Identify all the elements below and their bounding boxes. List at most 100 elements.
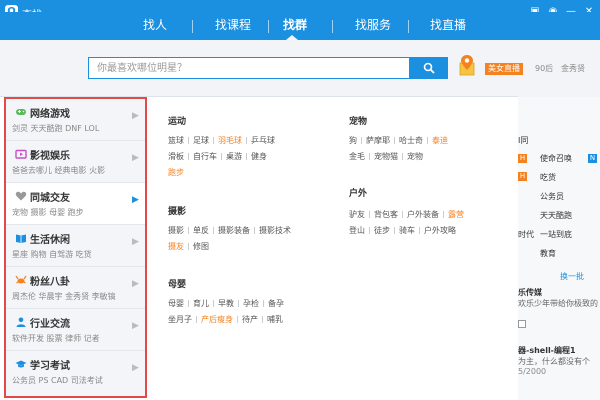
recommend-item[interactable]: 使命召唤 <box>540 153 572 164</box>
course-desc: 为主，什么都没有个 <box>518 357 590 366</box>
sidebar-item-entertainment[interactable]: 影视娱乐 爸爸去哪儿 经典电影 火影 ▶ <box>6 141 145 183</box>
search-input[interactable] <box>88 57 410 79</box>
live-badge[interactable]: 美女直播 <box>485 63 523 75</box>
media-title[interactable]: 乐传媒 <box>518 287 542 298</box>
category-tag[interactable]: 驴友 <box>349 209 365 221</box>
recommend-item[interactable]: 天天酷跑 <box>540 210 572 221</box>
hot-tag[interactable]: 金秀贤 <box>561 63 585 75</box>
category-tag[interactable]: 泰迪 <box>432 135 448 147</box>
course-title[interactable]: 器-shell-编程1 <box>518 345 576 356</box>
category-tag[interactable]: 孕检 <box>243 298 259 310</box>
location-map-icon[interactable] <box>459 54 475 76</box>
tab-find-live[interactable]: 找直播 <box>418 12 478 40</box>
sidebar-item-title: 影视娱乐 <box>30 151 70 162</box>
category-tag[interactable]: 骑车 <box>399 225 415 237</box>
category-tag[interactable]: 徒步 <box>374 225 390 237</box>
tag-separator <box>419 227 420 234</box>
category-tag[interactable]: 宠物 <box>407 151 423 163</box>
hot-tag[interactable]: 90后 <box>535 63 553 75</box>
tag-separator <box>188 227 189 234</box>
category-tag[interactable]: 摄影装备 <box>218 225 250 237</box>
category-tag[interactable]: 宠物猫 <box>374 151 398 163</box>
chevron-right-icon: ▶ <box>132 153 139 163</box>
sidebar-item-local-friends[interactable]: 同城交友 宠物 摄影 母婴 跑步 ▶ <box>6 183 145 225</box>
category-detail-pane: 运动 篮球 足球 羽毛球 乒乓球 滑板 自行车 桌游 健身 跑步 宠物 狗萨摩耶 哈士奇 泰迪 … <box>150 97 518 400</box>
chevron-right-icon: ▶ <box>132 321 139 331</box>
tab-find-services[interactable]: 找服务 <box>343 12 403 40</box>
category-tag[interactable]: 滑板 <box>168 151 184 163</box>
recommend-item[interactable]: 教育 <box>540 248 556 259</box>
tag-separator <box>188 153 189 160</box>
category-tag[interactable]: 羽毛球 <box>218 135 242 147</box>
tag-separator <box>238 300 239 307</box>
category-tag[interactable]: 单反 <box>193 225 209 237</box>
sidebar-item-online-games[interactable]: 网络游戏 剑灵 天天酷跑 DNF LOL ▶ <box>6 99 145 141</box>
recommend-item[interactable]: 一站到底 <box>540 229 572 240</box>
sidebar-item-title: 行业交流 <box>30 319 70 330</box>
category-tag[interactable]: 育儿 <box>193 298 209 310</box>
refresh-link[interactable]: 换一批 <box>560 271 584 282</box>
category-tag[interactable]: 健身 <box>251 151 267 163</box>
tag-row: 母婴 育儿 早教 孕检 备孕 <box>168 298 288 310</box>
sidebar-item-sub: 周杰伦 华晨宇 金秀贤 李敏镐 <box>12 292 116 301</box>
hot-badge-icon: H <box>518 172 527 181</box>
category-tag[interactable]: 乒乓球 <box>251 135 275 147</box>
section-title-photo: 摄影 <box>168 207 187 217</box>
category-tag[interactable]: 足球 <box>193 135 209 147</box>
category-tag[interactable]: 金毛 <box>349 151 365 163</box>
category-tag[interactable]: 自行车 <box>193 151 217 163</box>
category-tag[interactable]: 早教 <box>218 298 234 310</box>
search-button[interactable] <box>409 57 448 79</box>
course-member-count: 5/2000 <box>518 367 547 376</box>
tag-separator <box>427 137 428 144</box>
section-title-outdoor: 户外 <box>349 189 368 199</box>
category-tag[interactable]: 哈士奇 <box>399 135 423 147</box>
recommend-item[interactable]: 时代 <box>518 229 534 240</box>
category-tag[interactable]: 产后瘦身 <box>201 314 233 326</box>
recommend-item[interactable]: I同 <box>518 135 528 146</box>
tag-row: 摄友 修图 <box>168 241 213 253</box>
category-tag[interactable]: 桌游 <box>226 151 242 163</box>
category-tag[interactable]: 摄影技术 <box>259 225 291 237</box>
tag-separator <box>402 211 403 218</box>
tag-separator <box>254 227 255 234</box>
category-tag[interactable]: 户外攻略 <box>424 225 456 237</box>
category-tag[interactable]: 摄友 <box>168 241 184 253</box>
sidebar-item-title: 学习考试 <box>30 361 70 372</box>
category-tag[interactable]: 摄影 <box>168 225 184 237</box>
category-tag[interactable]: 修图 <box>193 241 209 253</box>
sidebar-item-fan-gossip[interactable]: 粉丝八卦 周杰伦 华晨宇 金秀贤 李敏镐 ▶ <box>6 267 145 309</box>
category-tag[interactable]: 登山 <box>349 225 365 237</box>
chevron-right-icon: ▶ <box>132 195 139 205</box>
category-tag[interactable]: 篮球 <box>168 135 184 147</box>
tag-separator <box>188 243 189 250</box>
section-title-pet: 宠物 <box>349 117 368 127</box>
tab-find-courses[interactable]: 找课程 <box>203 12 263 40</box>
tag-separator <box>369 227 370 234</box>
category-tag[interactable]: 露营 <box>448 209 464 221</box>
tab-find-people[interactable]: 找人 <box>130 12 180 40</box>
recommend-item[interactable]: 吃货 <box>540 172 556 183</box>
category-tag[interactable]: 备孕 <box>268 298 284 310</box>
sidebar-item-lifestyle[interactable]: 生活休闲 星座 购物 自驾游 吃货 ▶ <box>6 225 145 267</box>
sidebar-item-study[interactable]: 学习考试 公务员 PS CAD 司法考试 ▶ <box>6 351 145 393</box>
category-tag[interactable]: 坐月子 <box>168 314 192 326</box>
category-tag[interactable]: 萨摩耶 <box>366 135 390 147</box>
category-tag[interactable]: 户外装备 <box>407 209 439 221</box>
tag-separator <box>221 153 222 160</box>
gamepad-icon <box>16 109 26 115</box>
category-tag[interactable]: 狗 <box>349 135 357 147</box>
tag-row: 登山 徒步 骑车 户外攻略 <box>349 225 460 237</box>
category-tag[interactable]: 待产 <box>242 314 258 326</box>
sidebar-item-industry[interactable]: 行业交流 软件开发 股票 律师 记者 ▶ <box>6 309 145 351</box>
recommend-item[interactable]: 公务员 <box>540 191 564 202</box>
tag-separator <box>394 137 395 144</box>
tag-separator <box>213 300 214 307</box>
category-tag[interactable]: 母婴 <box>168 298 184 310</box>
category-tag[interactable]: 哺乳 <box>267 314 283 326</box>
tag-separator <box>188 300 189 307</box>
tag-separator <box>262 316 263 323</box>
category-tag[interactable]: 跑步 <box>168 167 184 179</box>
category-tag[interactable]: 背包客 <box>374 209 398 221</box>
tag-row: 驴友 背包客 户外装备 露营 <box>349 209 468 221</box>
